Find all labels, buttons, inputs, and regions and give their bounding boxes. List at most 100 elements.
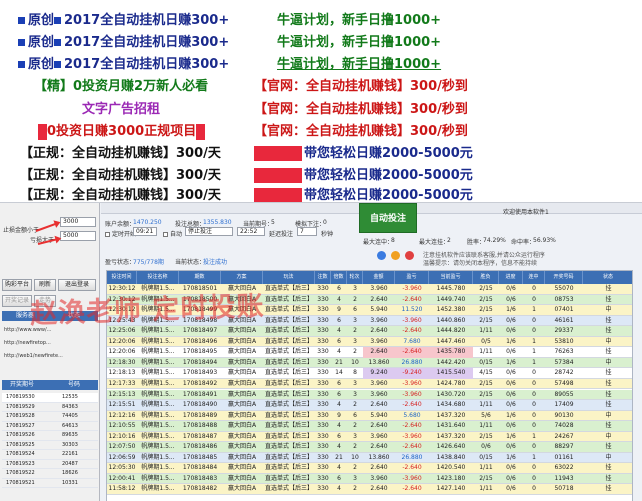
table-cell: 24267 [554, 432, 574, 440]
table-row[interactable]: 12:06:59 帆牌期1.5... 170818485 赢大回白A 直选单式【后三】 3… [107, 452, 632, 464]
table-row[interactable]: 12:10:55 帆牌期1.5... 170818488 赢大回白A 直选单式【后三】 3… [107, 421, 632, 432]
table-cell: 6 [337, 285, 341, 292]
table-row[interactable]: 12:12:16 帆牌期1.5... 170818489 赢大回白A 直选单式【后三】 3… [107, 410, 632, 422]
ad-right-2[interactable]: 牛逼计划，新手日撸1000+ [277, 31, 441, 50]
ad-row-7[interactable]: 【正规：全自动挂机赚钱】300/天 带您轻松日赚2000-5000元 [0, 139, 642, 162]
table-cell: 赢大回白A [227, 316, 257, 324]
ad-row-2[interactable]: 原创 2017全自动挂机日赚300+ 牛逼计划，新手日撸1000+ [0, 28, 642, 51]
table-cell: 帆牌期1.5... [141, 379, 175, 387]
column-header[interactable]: 投注名称 [137, 271, 179, 284]
table-row[interactable]: 11:58:12 帆牌期1.5... 170818482 赢大回白A 直选单式【后三】 3… [107, 484, 632, 495]
ad-right-6[interactable]: 【官网：全自动挂机赚钱】300/秒到 [254, 120, 468, 139]
table-row[interactable]: 12:18:13 帆牌期1.5... 170818493 赢大回白A 直选单式【后三】 3… [107, 368, 632, 379]
ad-row-3[interactable]: 原创 2017全自动挂机日赚300+ 牛逼计划，新手日撸1000+ [0, 50, 642, 73]
info-icon[interactable] [377, 251, 386, 260]
trend-button[interactable]: 走势 [34, 295, 56, 307]
column-header[interactable]: 金额 [363, 271, 395, 284]
table-row[interactable]: 12:20:06 帆牌期1.5... 170818495 赢大回白A 直选单式【后三】 3… [107, 347, 632, 358]
column-header[interactable]: 轮次 [347, 271, 363, 284]
draw-row[interactable]: 170819521 10331 [2, 479, 98, 488]
table-row[interactable]: 12:18:30 帆牌期1.5... 170818494 赢大回白A 直选单式【后三】 3… [107, 357, 632, 369]
table-cell: 4/15 [479, 369, 493, 377]
ad-left-7[interactable]: 【正规：全自动挂机赚钱】300/天 [20, 142, 221, 161]
auto-bet-button[interactable]: 自动投注 [359, 203, 417, 233]
draw-row[interactable]: 170819525 30303 [2, 441, 98, 450]
ad-right-5[interactable]: 【官网：全自动挂机赚钱】300/秒到 [254, 98, 468, 117]
table-row[interactable]: 12:05:30 帆牌期1.5... 170818484 赢大回白A 直选单式【后三】 3… [107, 463, 632, 474]
column-header[interactable]: 开奖号码 [545, 271, 583, 284]
table-cell: 直选单式【后三】 [264, 485, 313, 493]
logout-button[interactable]: 退出登录 [58, 279, 96, 291]
table-row[interactable]: 12:10:16 帆牌期1.5... 170818487 赢大回白A 直选单式【后三】 3… [107, 431, 632, 443]
settings-icon[interactable] [391, 251, 400, 260]
draw-row[interactable]: 170819528 74405 [2, 412, 98, 422]
ad-row-1[interactable]: 原创 2017全自动挂机日赚300+ 牛逼计划，新手日撸1000+ [0, 6, 642, 29]
ad-right-3[interactable]: 牛逼计划，新手日撸1000+ [277, 53, 441, 72]
table-row[interactable]: 12:15:51 帆牌期1.5... 170818490 赢大回白A 直选单式【后三】 3… [107, 400, 632, 411]
ad-left-2[interactable]: 原创 2017全自动挂机日赚300+ [18, 31, 229, 50]
table-row[interactable]: 12:25:06 帆牌期1.5... 170818497 赢大回白A 直选单式【后三】 3… [107, 326, 632, 337]
ad-right-4[interactable]: 【官网：全自动挂机赚钱】300/秒到 [254, 75, 468, 94]
ad-left-1[interactable]: 原创 2017全自动挂机日赚300+ [18, 9, 229, 28]
start-time-input[interactable]: 09:21 [133, 227, 157, 236]
column-header[interactable]: 期数 [179, 271, 221, 284]
stop-loss-input[interactable]: 3000 [60, 217, 96, 227]
checkbox-icon [105, 232, 110, 237]
ad-left-5[interactable]: 文字广告招租 [82, 98, 160, 117]
table-row[interactable]: 12:07:50 帆牌期1.5... 170818486 赢大回白A 直选单式【后三】 3… [107, 442, 632, 453]
table-row[interactable]: 12:17:33 帆牌期1.5... 170818492 赢大回白A 直选单式【后三】 3… [107, 378, 632, 390]
ad-right-1[interactable]: 牛逼计划，新手日撸1000+ [277, 9, 441, 28]
history-button[interactable]: 开奖记录 [2, 295, 32, 307]
draw-row[interactable]: 170819527 64613 [2, 422, 98, 431]
column-header[interactable]: 盈亏 [395, 271, 429, 284]
server-link[interactable]: http://newfiretop... [4, 340, 51, 346]
column-header[interactable]: 注数 [315, 271, 331, 284]
take-profit-input[interactable]: 5000 [60, 231, 96, 241]
column-header[interactable]: 当前盈亏 [429, 271, 473, 284]
table-cell: 赢大回白A [227, 285, 257, 292]
ad-row-9[interactable]: 【正规：全自动挂机赚钱】300/天 带您轻松日赚2000-5000元 [0, 181, 642, 204]
ad-left-6[interactable]: 0投资日赚3000正规项目 [38, 120, 206, 140]
draw-row[interactable]: 170819529 84363 [2, 403, 98, 412]
end-time-input[interactable]: 22:52 [237, 227, 265, 236]
table-row[interactable]: 12:30:12 帆牌期1.5... 170818501 赢大回白A 直选单式【后三】 3… [107, 284, 632, 295]
column-header[interactable]: 状态 [583, 271, 632, 284]
draw-row[interactable]: 170819526 89635 [2, 431, 98, 441]
ad-right-7[interactable]: 带您轻松日赚2000-5000元 [254, 142, 473, 161]
ad-left-9[interactable]: 【正规：全自动挂机赚钱】300/天 [20, 184, 221, 203]
ad-row-6[interactable]: 0投资日赚3000正规项目 【官网：全自动挂机赚钱】300/秒到 [0, 117, 642, 140]
table-cell: 1 [532, 432, 536, 440]
timer-start-checkbox[interactable]: 定时开始 [105, 229, 136, 238]
column-header[interactable]: 方案 [221, 271, 263, 284]
auto-checkbox[interactable]: 自动 [163, 229, 182, 238]
table-row[interactable]: 12:25:43 帆牌期1.5... 170818498 赢大回白A 直选单式【后三】 3… [107, 315, 632, 327]
refresh-button[interactable]: 刷新 [34, 279, 56, 291]
draw-row[interactable]: 170819523 20487 [2, 460, 98, 469]
stop-icon[interactable] [405, 251, 414, 260]
table-row[interactable]: 12:30:12 帆牌期1.5... 170818499 赢大回白A 直选单式【后三】 3… [107, 305, 632, 316]
server-link[interactable]: http://web1/newfirete... [4, 353, 63, 359]
table-row[interactable]: 12:30:12 帆牌期1.5... 170818500 赢大回白A 直选单式【后三】 3… [107, 294, 632, 306]
column-header[interactable]: 倍数 [331, 271, 347, 284]
table-row[interactable]: 12:00:41 帆牌期1.5... 170818483 赢大回白A 直选单式【后三】 3… [107, 473, 632, 485]
column-header[interactable]: 进度 [499, 271, 523, 284]
ad-row-4[interactable]: 【精】0投资月赚2万新人必看 【官网：全自动挂机赚钱】300/秒到 [0, 72, 642, 95]
stop-mode-select[interactable]: 停止投注 [185, 227, 233, 236]
draw-row[interactable]: 170819530 12535 [2, 393, 98, 403]
table-row[interactable]: 12:20:06 帆牌期1.5... 170818496 赢大回白A 直选单式【后三】 3… [107, 336, 632, 348]
table-row[interactable]: 12:15:13 帆牌期1.5... 170818491 赢大回白A 直选单式【后三】 3… [107, 389, 632, 401]
server-link[interactable]: http://www.www/... [4, 327, 51, 333]
table-cell: 74028 [554, 422, 574, 430]
site-button[interactable]: 购彩平台 [2, 279, 32, 291]
ad-left-3[interactable]: 原创 2017全自动挂机日赚300+ [18, 53, 229, 72]
ad-row-5[interactable]: 文字广告招租 【官网：全自动挂机赚钱】300/秒到 [0, 95, 642, 118]
draw-row[interactable]: 170819524 22161 [2, 450, 98, 460]
column-header[interactable]: 胜负 [473, 271, 499, 284]
ad-left-4[interactable]: 【精】0投资月赚2万新人必看 [34, 75, 208, 94]
interval-input[interactable]: 7 [297, 227, 317, 236]
draw-row[interactable]: 170819522 18626 [2, 469, 98, 479]
column-header[interactable]: 玩法 [263, 271, 315, 284]
ad-right-9[interactable]: 带您轻松日赚2000-5000元 [254, 184, 473, 203]
column-header[interactable]: 投注时间 [107, 271, 137, 284]
column-header[interactable]: 连中 [523, 271, 545, 284]
